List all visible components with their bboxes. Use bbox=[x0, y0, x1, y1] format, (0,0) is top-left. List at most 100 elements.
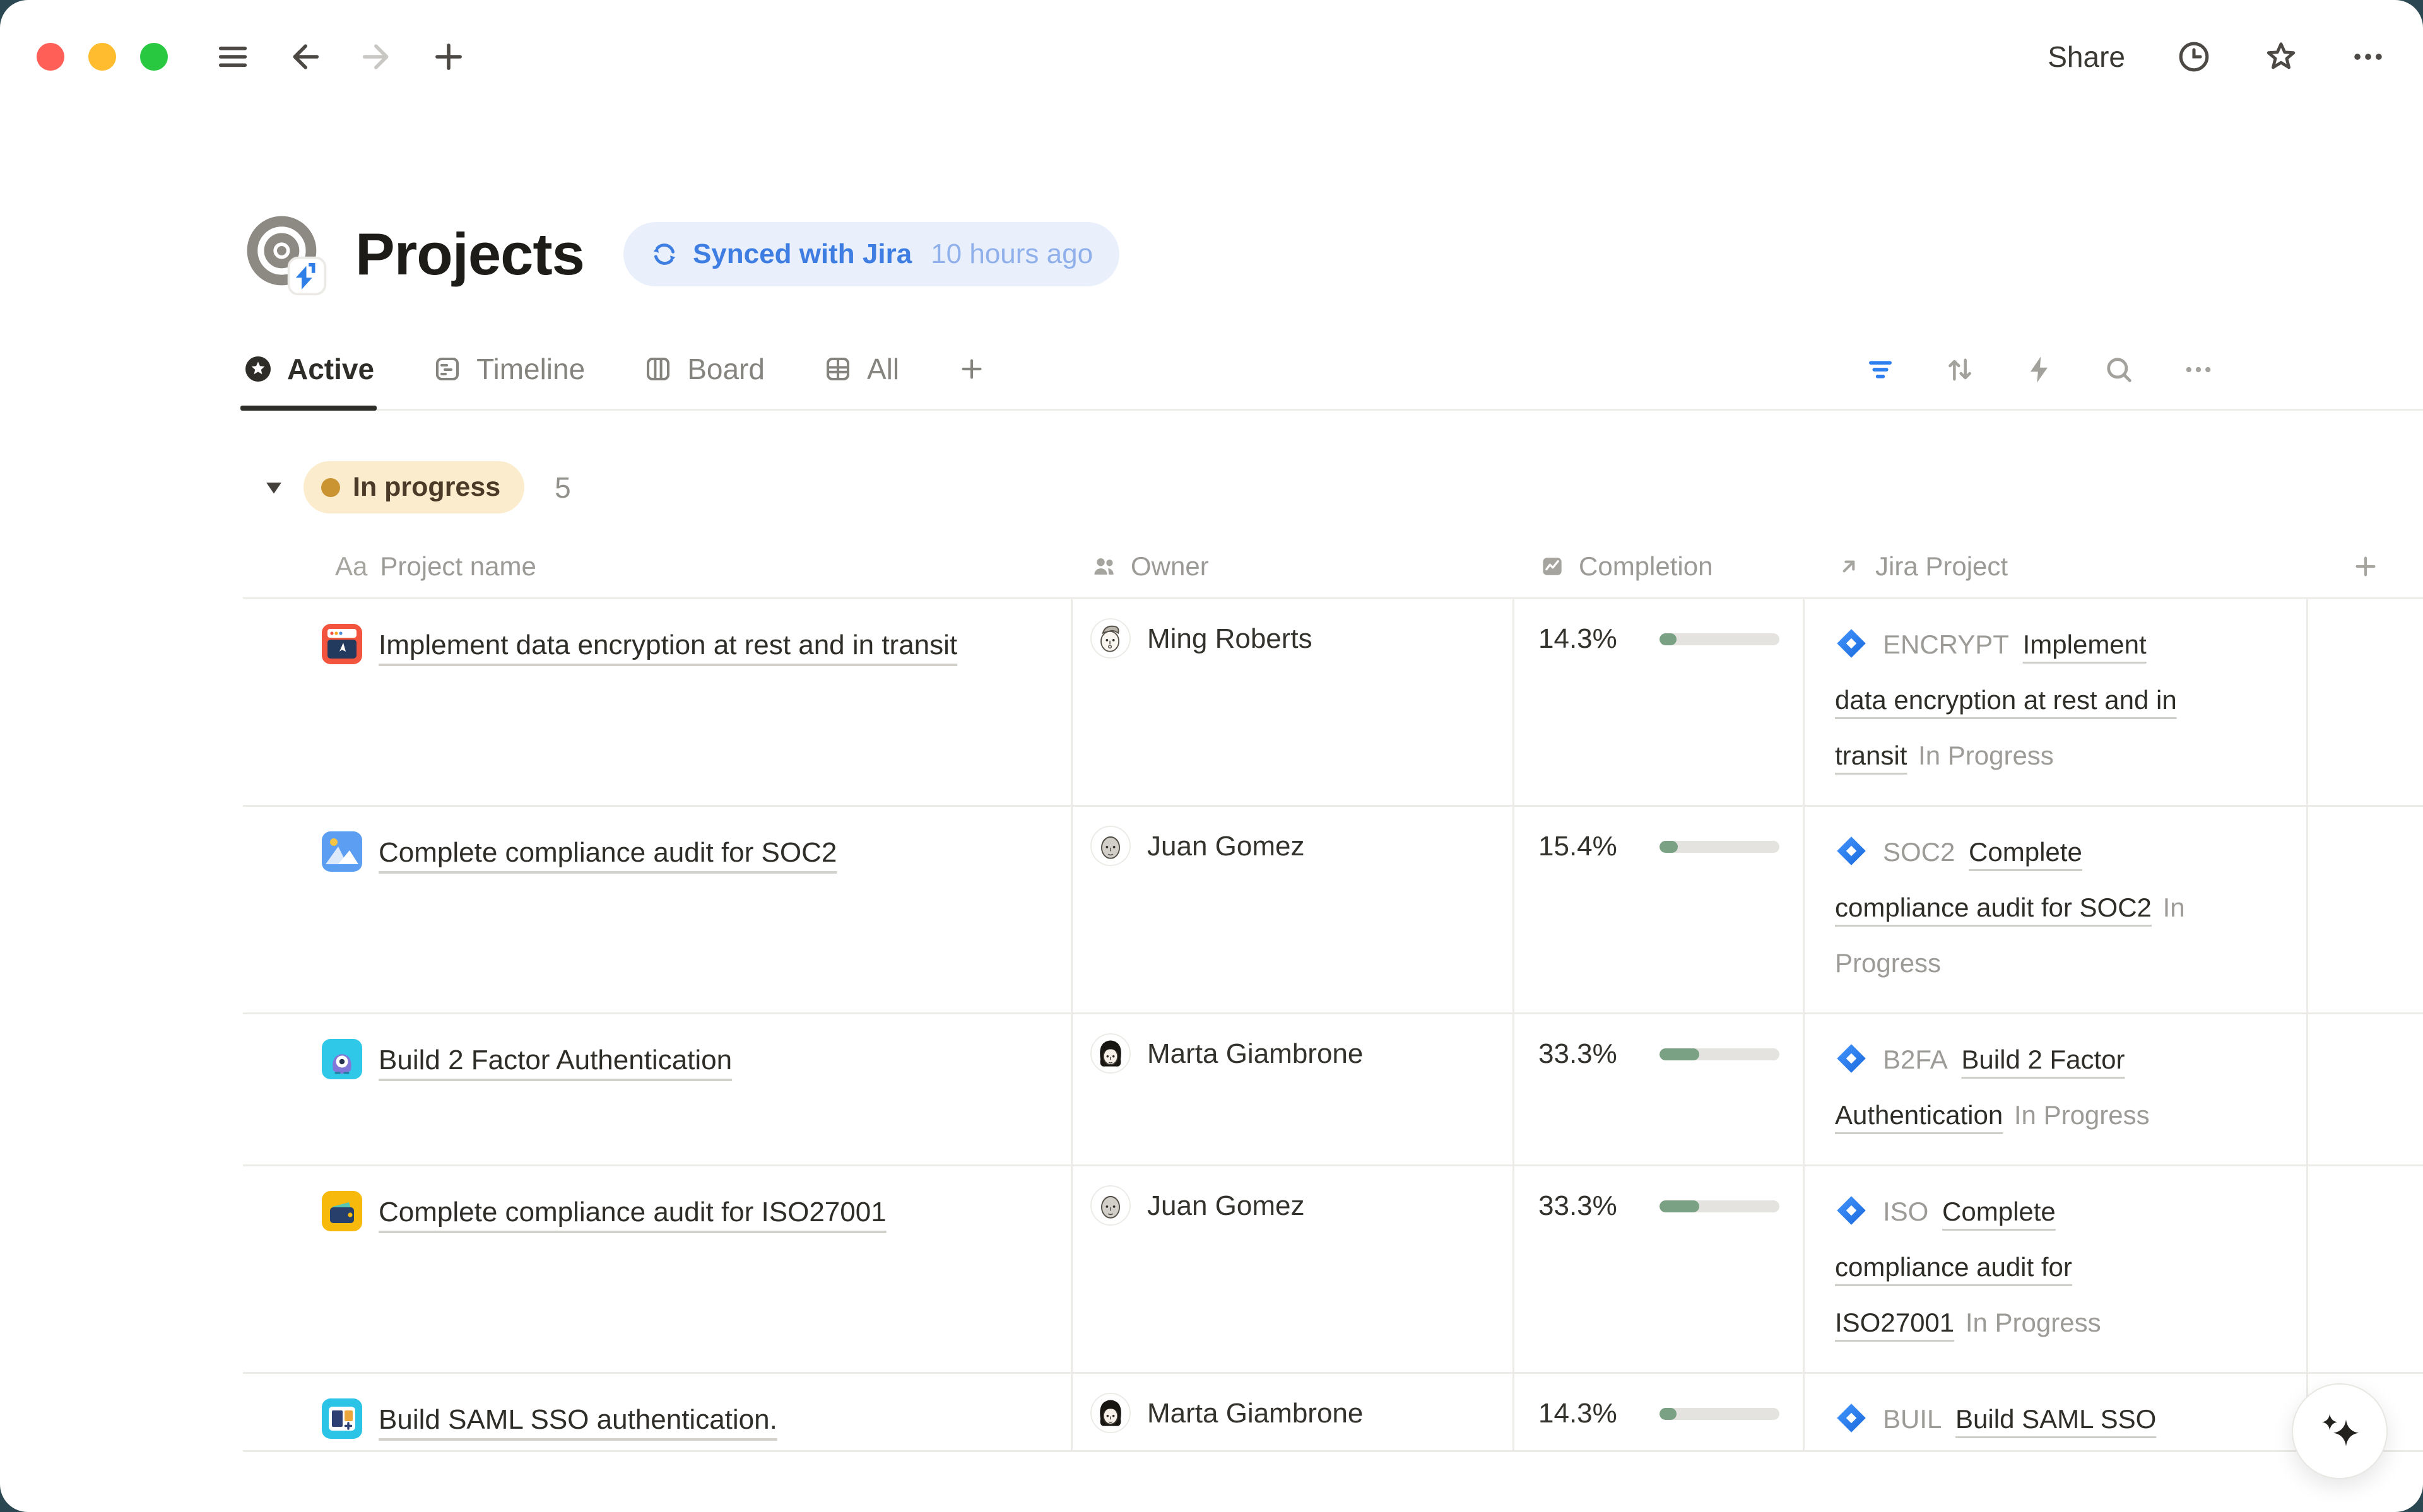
lightning-icon[interactable] bbox=[2023, 353, 2056, 386]
favorite-star-icon[interactable] bbox=[2263, 38, 2299, 75]
add-view-button[interactable] bbox=[957, 355, 986, 406]
project-name-cell: Complete compliance audit for ISO27001 bbox=[243, 1166, 1073, 1372]
completion-cell[interactable]: 14.3% bbox=[1514, 599, 1805, 805]
jira-project-cell[interactable]: ISO Complete compliance audit for ISO270… bbox=[1805, 1166, 2308, 1372]
avatar bbox=[1090, 1185, 1131, 1226]
completion-percent: 14.3% bbox=[1538, 1398, 1644, 1429]
star-circle-icon bbox=[243, 354, 273, 384]
view-more-icon[interactable] bbox=[2182, 353, 2215, 386]
zoom-window-button[interactable] bbox=[140, 43, 168, 71]
minimize-window-button[interactable] bbox=[88, 43, 116, 71]
back-icon[interactable] bbox=[286, 38, 323, 75]
table-row[interactable]: Build SAML SSO authentication. Marta Gia… bbox=[243, 1374, 2423, 1452]
progress-bar bbox=[1660, 633, 1779, 645]
collapse-triangle-icon[interactable] bbox=[262, 476, 286, 500]
people-icon bbox=[1090, 553, 1118, 580]
completion-cell[interactable]: 14.3% bbox=[1514, 1374, 1805, 1450]
sidebar-menu-icon[interactable] bbox=[215, 38, 251, 75]
table-header-row: AaProject name Owner Completion Jira Pro… bbox=[243, 535, 2423, 599]
project-name-link[interactable]: Build 2 Factor Authentication bbox=[379, 1045, 732, 1075]
column-header[interactable]: Completion bbox=[1514, 551, 1805, 582]
app-window: Share Proj bbox=[0, 0, 2423, 1512]
project-name-link[interactable]: Complete compliance audit for ISO27001 bbox=[379, 1197, 887, 1228]
table-row[interactable]: Complete compliance audit for ISO27001 J… bbox=[243, 1166, 2423, 1374]
completion-percent: 14.3% bbox=[1538, 623, 1644, 655]
jira-key: BUIL bbox=[1883, 1404, 1942, 1434]
completion-cell[interactable]: 33.3% bbox=[1514, 1014, 1805, 1164]
table-row[interactable]: Implement data encryption at rest and in… bbox=[243, 599, 2423, 807]
empty-cell bbox=[2308, 1014, 2423, 1164]
sort-icon[interactable] bbox=[1943, 353, 1976, 386]
jira-project-cell[interactable]: ENCRYPT Implement data encryption at res… bbox=[1805, 599, 2308, 805]
forward-icon[interactable] bbox=[358, 38, 395, 75]
notion-ai-button[interactable] bbox=[2292, 1383, 2388, 1479]
tab-timeline[interactable]: Timeline bbox=[432, 352, 585, 409]
timeline-icon bbox=[432, 354, 463, 384]
jira-status: In Progress bbox=[1918, 741, 2054, 770]
owner-cell[interactable]: Marta Giambrone bbox=[1073, 1014, 1514, 1164]
tab-label: Timeline bbox=[476, 352, 585, 386]
project-name-link[interactable]: Complete compliance audit for SOC2 bbox=[379, 837, 837, 868]
column-header-label: Jira Project bbox=[1875, 551, 2008, 582]
tab-board[interactable]: Board bbox=[643, 352, 765, 409]
close-window-button[interactable] bbox=[37, 43, 64, 71]
projects-table: AaProject name Owner Completion Jira Pro… bbox=[243, 535, 2423, 1452]
project-name-cell: Build 2 Factor Authentication bbox=[243, 1014, 1073, 1164]
jira-key: ENCRYPT bbox=[1883, 630, 2009, 659]
titlebar: Share bbox=[0, 0, 2423, 114]
jira-icon bbox=[1835, 1194, 1868, 1227]
sync-label: Synced with Jira bbox=[693, 238, 912, 270]
status-dot bbox=[321, 478, 340, 497]
search-icon[interactable] bbox=[2102, 353, 2135, 386]
column-header[interactable]: Owner bbox=[1073, 551, 1514, 582]
jira-project-cell[interactable]: BUIL Build SAML SSO authentication. In P… bbox=[1805, 1374, 2308, 1450]
completion-cell[interactable]: 33.3% bbox=[1514, 1166, 1805, 1372]
owner-cell[interactable]: Marta Giambrone bbox=[1073, 1374, 1514, 1450]
mountains-app-icon bbox=[322, 831, 362, 872]
history-clock-icon[interactable] bbox=[2176, 38, 2212, 75]
text-type-icon: Aa bbox=[335, 551, 367, 582]
owner-name: Juan Gomez bbox=[1147, 1185, 1304, 1227]
group-header: In progress 5 bbox=[243, 461, 2423, 513]
progress-bar bbox=[1660, 1408, 1779, 1420]
sync-timestamp: 10 hours ago bbox=[931, 238, 1093, 270]
table-row[interactable]: Complete compliance audit for SOC2 Juan … bbox=[243, 807, 2423, 1014]
jira-icon bbox=[1835, 627, 1868, 660]
jira-project-cell[interactable]: B2FA Build 2 Factor Authentication In Pr… bbox=[1805, 1014, 2308, 1164]
page-icon-target[interactable] bbox=[243, 212, 327, 296]
jira-key: ISO bbox=[1883, 1197, 1928, 1226]
blocks-app-icon bbox=[322, 1398, 362, 1439]
table-row[interactable]: Build 2 Factor Authentication Marta Giam… bbox=[243, 1014, 2423, 1166]
monster-app-icon bbox=[322, 1039, 362, 1079]
owner-cell[interactable]: Juan Gomez bbox=[1073, 1166, 1514, 1372]
column-header[interactable]: Jira Project bbox=[1805, 551, 2308, 582]
owner-name: Marta Giambrone bbox=[1147, 1033, 1363, 1075]
avatar bbox=[1090, 1393, 1131, 1433]
new-tab-icon[interactable] bbox=[430, 38, 467, 75]
empty-cell bbox=[2308, 599, 2423, 805]
owner-cell[interactable]: Ming Roberts bbox=[1073, 599, 1514, 805]
completion-cell[interactable]: 15.4% bbox=[1514, 807, 1805, 1012]
owner-cell[interactable]: Juan Gomez bbox=[1073, 807, 1514, 1012]
jira-project-cell[interactable]: SOC2 Complete compliance audit for SOC2 … bbox=[1805, 807, 2308, 1012]
plus-icon bbox=[2351, 552, 2380, 581]
sync-icon bbox=[650, 240, 679, 269]
avatar bbox=[1090, 826, 1131, 866]
jira-key: B2FA bbox=[1883, 1045, 1948, 1074]
column-header[interactable]: AaProject name bbox=[243, 551, 1073, 582]
progress-bar bbox=[1660, 841, 1779, 853]
jira-sync-badge[interactable]: Synced with Jira 10 hours ago bbox=[623, 222, 1119, 286]
share-button[interactable]: Share bbox=[2048, 40, 2125, 74]
window-controls bbox=[37, 43, 168, 71]
project-name-link[interactable]: Build SAML SSO authentication. bbox=[379, 1404, 777, 1435]
tab-all[interactable]: All bbox=[823, 352, 899, 409]
project-name-link[interactable]: Implement data encryption at rest and in… bbox=[379, 630, 957, 660]
status-badge[interactable]: In progress bbox=[304, 461, 524, 513]
page-title: Projects bbox=[355, 220, 584, 288]
add-column-header[interactable] bbox=[2308, 552, 2423, 581]
filter-icon[interactable] bbox=[1864, 353, 1897, 386]
status-label: In progress bbox=[353, 472, 500, 503]
tab-active[interactable]: Active bbox=[243, 352, 374, 409]
column-header-label: Owner bbox=[1131, 551, 1209, 582]
more-options-icon[interactable] bbox=[2350, 38, 2386, 75]
